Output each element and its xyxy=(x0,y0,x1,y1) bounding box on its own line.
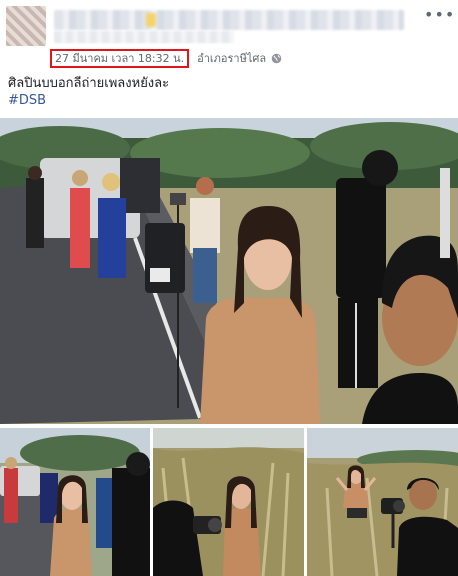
post-timestamp[interactable]: 27 มีนาคม เวลา 18:32 น. xyxy=(50,48,190,68)
post-caption: ศิลปินบบอกลีถ่ายเพลงหยังละ xyxy=(8,76,170,91)
thumbnail-photo-2[interactable] xyxy=(153,428,304,576)
facebook-post: ••• 27 มีนาคม เวลา 18:32 น. อำเภอราษีไศล… xyxy=(0,0,458,576)
author-avatar[interactable] xyxy=(6,6,46,46)
blurred-emoji xyxy=(146,13,156,27)
main-photo[interactable] xyxy=(0,118,458,424)
thumbnail-photo-1[interactable] xyxy=(0,428,150,576)
author-name-blurred[interactable] xyxy=(54,10,404,30)
thumbnail-photo-3[interactable] xyxy=(307,428,458,576)
post-hashtag[interactable]: #DSB xyxy=(8,92,46,110)
author-subtitle-blurred xyxy=(54,31,234,43)
post-meta: 27 มีนาคม เวลา 18:32 น. อำเภอราษีไศล xyxy=(50,48,282,68)
post-location[interactable]: อำเภอราษีไศล xyxy=(197,49,266,67)
more-dots-icon: ••• xyxy=(424,5,456,24)
globe-icon[interactable] xyxy=(271,53,282,64)
more-options-button[interactable]: ••• xyxy=(424,7,454,28)
